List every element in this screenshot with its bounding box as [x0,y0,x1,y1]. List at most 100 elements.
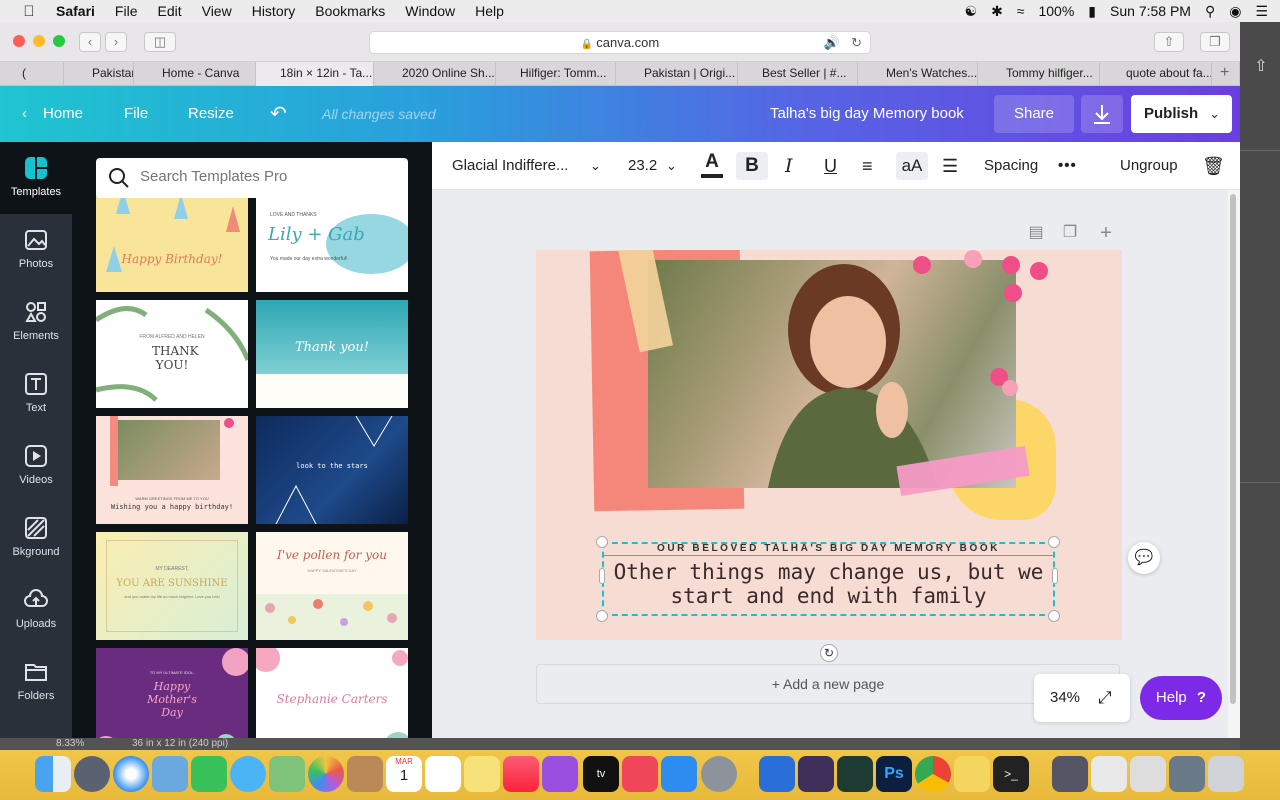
apple-icon[interactable]:  [18,3,40,20]
text-color-button[interactable]: A [700,142,724,190]
template-you-are-sunshine[interactable]: MY DEAREST, YOU ARE SUNSHINE and you mak… [96,532,248,640]
resize-handle[interactable] [1048,610,1060,622]
template-search[interactable] [96,158,408,198]
template-stephanie-carters[interactable]: Stephanie Carters [256,648,408,738]
reload-icon[interactable]: ↻ [851,32,862,53]
rail-background[interactable]: Bkground [0,502,72,574]
control-center-icon[interactable]: ☰ [1255,3,1268,20]
rail-videos[interactable]: Videos [0,430,72,502]
chrome-icon[interactable] [915,756,951,792]
template-pollen-for-you[interactable]: I've pollen for you HAPPY VALENTINE'S DA… [256,532,408,640]
duplicate-page-icon[interactable]: ❐ [1060,222,1080,242]
scrollbar-thumb[interactable] [1230,194,1236,704]
ungroup-button[interactable]: Ungroup [1120,142,1178,190]
trash-icon[interactable]: 🗑 [1202,142,1225,190]
rail-photos[interactable]: Photos [0,214,72,286]
font-family-dropdown[interactable]: Glacial Indiffere... [452,142,568,190]
finder-icon[interactable] [35,756,71,792]
zoom-control[interactable]: 34% ⤢ [1034,674,1130,722]
sidebar-toggle-icon[interactable]: ◫ [144,32,176,52]
calendar-icon[interactable]: MAR 1 [386,756,422,792]
rail-templates[interactable]: Templates [0,142,72,214]
forward-button[interactable]: › [105,32,127,52]
template-lily-gab[interactable]: LOVE AND THANKS Lily + Gab You made our … [256,184,408,292]
bold-button[interactable]: B [736,152,768,180]
tab[interactable]: 2020 Online Sh... [374,62,496,86]
address-bar[interactable]: 🔒 canva.com 🔊 ↻ [369,31,871,54]
tab-active[interactable]: 18in × 12in - Ta... [256,62,374,86]
contacts-icon[interactable] [347,756,383,792]
notes-icon[interactable] [464,756,500,792]
download-button[interactable] [1081,95,1123,133]
recent-document-icon[interactable] [1052,756,1088,792]
rail-elements[interactable]: Elements [0,286,72,358]
recent-document-icon[interactable] [1169,756,1205,792]
share-icon[interactable]: ⇧ [1250,56,1272,76]
fullscreen-icon[interactable]: ⤢ [1098,674,1112,722]
tab[interactable]: Best Seller | #... [738,62,858,86]
align-center-icon[interactable]: ≡ [862,142,873,190]
resize-handle[interactable] [596,610,608,622]
italic-icon[interactable]: I [785,142,793,190]
template-search-input[interactable] [140,168,390,185]
template-mothers-day[interactable]: TO MY ULTIMATE IDOL: Happy Mother's Day [96,648,248,738]
spacing-button[interactable]: Spacing [984,142,1038,190]
undo-icon[interactable]: ↶ [270,86,287,142]
bluetooth-icon[interactable]: ✱ [991,3,1003,20]
tab-overview-icon[interactable]: ❐ [1200,32,1230,52]
document-title[interactable]: Talha's big day Memory book [770,86,964,142]
back-button[interactable]: ‹ [79,32,101,52]
menu-app[interactable]: Safari [56,3,95,19]
add-new-page-button[interactable]: + Add a new page [536,664,1120,704]
preview-icon[interactable] [152,756,188,792]
menu-history[interactable]: History [252,3,296,19]
stickies-icon[interactable] [954,756,990,792]
menu-edit[interactable]: Edit [157,3,181,19]
tab[interactable]: Tommy hilfiger... [978,62,1100,86]
rail-uploads[interactable]: Uploads [0,574,72,646]
share-page-icon[interactable]: ⇧ [1154,32,1184,52]
terminal-icon[interactable]: >_ [993,756,1029,792]
chevron-down-icon[interactable]: ⌄ [666,142,677,190]
template-look-to-stars[interactable]: look to the stars [256,416,408,524]
recent-document-icon[interactable] [1130,756,1166,792]
tab[interactable]: Pakistan [64,62,134,86]
safari-icon[interactable] [113,756,149,792]
rail-folders[interactable]: Folders [0,646,72,718]
maps-icon[interactable] [269,756,305,792]
news-icon[interactable] [622,756,658,792]
template-watercolor-thank-you[interactable]: Thank you! [256,300,408,408]
zoom-window-button[interactable] [53,35,65,47]
publish-button[interactable]: Publish ⌄ [1131,95,1232,133]
design-page[interactable]: OUR BELOVED TALHA'S BIG DAY MEMORY BOOK … [536,250,1122,640]
podcasts-icon[interactable] [542,756,578,792]
side-handle[interactable] [1052,568,1058,584]
photoshop-icon[interactable]: Ps [876,756,912,792]
home-link[interactable]: Home [43,86,83,142]
app-store-icon[interactable] [661,756,697,792]
editor-scrollbar[interactable] [1228,190,1240,738]
battery-icon[interactable]: ▮ [1088,3,1096,20]
add-page-icon[interactable]: + [1096,222,1116,244]
add-note-icon[interactable]: ▤ [1026,222,1046,242]
apple-tv-icon[interactable]: tv [583,756,619,792]
launchpad-icon[interactable] [74,756,110,792]
design-heading[interactable]: OUR BELOVED TALHA'S BIG DAY MEMORY BOOK [602,542,1055,556]
menu-help[interactable]: Help [475,3,504,19]
clock[interactable]: Sun 7:58 PM [1110,3,1191,19]
more-options-button[interactable]: ••• [1058,142,1077,190]
menu-window[interactable]: Window [405,3,455,19]
tab[interactable]: Hilfiger: Tomm... [496,62,616,86]
wifi-icon[interactable]: ≈ [1017,3,1025,19]
template-happy-birthday[interactable]: Happy Birthday! [96,184,248,292]
close-window-button[interactable] [13,35,25,47]
rotate-icon[interactable]: ↻ [820,644,838,662]
resize-handle[interactable] [1048,536,1060,548]
tab[interactable]: quote about fa... [1100,62,1212,86]
letter-case-button[interactable]: aA [896,152,928,180]
tab[interactable]: ( [0,62,64,86]
music-icon[interactable] [503,756,539,792]
recent-document-icon[interactable] [1091,756,1127,792]
reminders-icon[interactable] [425,756,461,792]
facetime-icon[interactable] [191,756,227,792]
